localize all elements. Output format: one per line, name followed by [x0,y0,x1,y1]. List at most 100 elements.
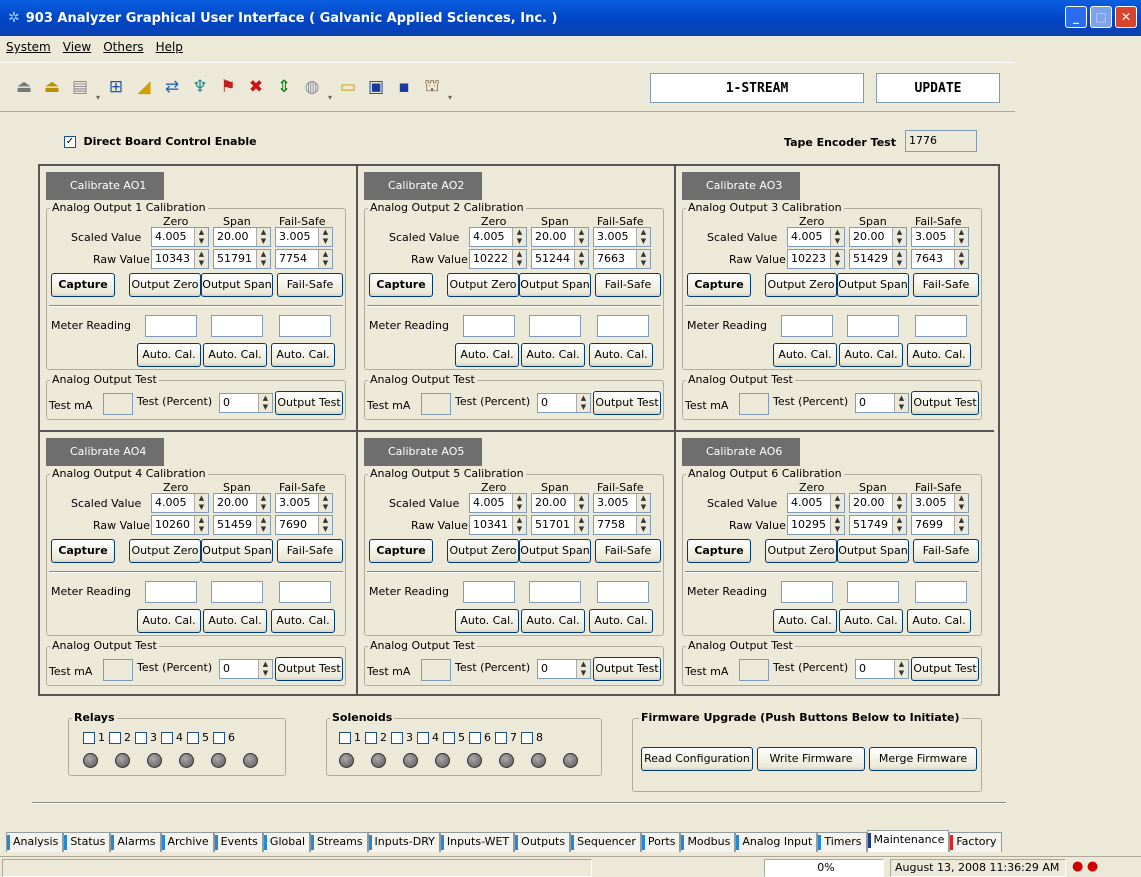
relay-checkbox[interactable] [213,732,225,744]
relay-checkbox[interactable] [83,732,95,744]
tab-outputs[interactable]: Outputs [514,832,571,852]
meter-reading-field[interactable] [847,315,899,337]
solenoid-checkbox[interactable] [417,732,429,744]
solenoid-checkbox[interactable] [521,732,533,744]
spinner-arrows-icon[interactable]: ▲ ▼ [574,250,588,268]
tab-status[interactable]: Status [63,832,111,852]
meter-reading-field[interactable] [463,581,515,603]
capture-button[interactable]: Capture [687,539,751,563]
auto-cal-button[interactable]: Auto. Cal. [839,343,903,367]
spinner-arrows-icon[interactable]: ▲ ▼ [318,494,332,512]
output-test-button[interactable]: Output Test [593,391,661,415]
spinner-arrows-icon[interactable]: ▲ ▼ [512,516,526,534]
raw-failsafe-spinner[interactable]: 7690 ▲ ▼ [275,515,333,535]
auto-cal-button[interactable]: Auto. Cal. [589,609,653,633]
meter-reading-field[interactable] [597,581,649,603]
spinner-arrows-icon[interactable]: ▲ ▼ [258,394,272,412]
scaled-failsafe-spinner[interactable]: 3.005 ▲ ▼ [275,493,333,513]
meter-reading-field[interactable] [915,581,967,603]
output-span-button[interactable]: Output Span [201,539,273,563]
relay-checkbox[interactable] [135,732,147,744]
capture-button[interactable]: Capture [51,539,115,563]
fail-safe-button[interactable]: Fail-Safe [913,273,979,297]
spinner-arrows-icon[interactable]: ▲ ▼ [830,250,844,268]
minimize-button[interactable]: _ [1065,6,1087,28]
auto-cal-button[interactable]: Auto. Cal. [589,343,653,367]
output-zero-button[interactable]: Output Zero [129,539,201,563]
direct-board-checkbox[interactable]: ✓ [64,136,76,148]
read-configuration-button[interactable]: Read Configuration [641,747,753,771]
spinner-arrows-icon[interactable]: ▲ ▼ [256,494,270,512]
raw-span-spinner[interactable]: 51791 ▲ ▼ [213,249,271,269]
menu-help[interactable]: Help [156,40,183,54]
output-span-button[interactable]: Output Span [837,539,909,563]
output-span-button[interactable]: Output Span [519,273,591,297]
meter-reading-field[interactable] [279,581,331,603]
test-percent-spinner[interactable]: 0 ▲ ▼ [537,393,591,413]
network-icon[interactable]: ⊞ [105,76,127,98]
output-zero-button[interactable]: Output Zero [765,539,837,563]
meter-reading-field[interactable] [145,581,197,603]
user-icon[interactable]: ⛫ [421,76,443,98]
fail-safe-button[interactable]: Fail-Safe [595,539,661,563]
output-zero-button[interactable]: Output Zero [129,273,201,297]
raw-zero-spinner[interactable]: 10223 ▲ ▼ [787,249,845,269]
update-display[interactable]: UPDATE [876,73,1000,103]
tab-streams[interactable]: Streams [310,832,368,852]
eject-gray-icon[interactable]: ⏏ [13,76,35,98]
meter-reading-field[interactable] [529,581,581,603]
spinner-arrows-icon[interactable]: ▲ ▼ [892,228,906,246]
raw-failsafe-spinner[interactable]: 7758 ▲ ▼ [593,515,651,535]
spinner-arrows-icon[interactable]: ▲ ▼ [194,494,208,512]
scaled-failsafe-spinner[interactable]: 3.005 ▲ ▼ [275,227,333,247]
tab-events[interactable]: Events [213,832,263,852]
tape-encoder-field[interactable]: 1776 [905,130,977,152]
raw-span-spinner[interactable]: 51459 ▲ ▼ [213,515,271,535]
spinner-arrows-icon[interactable]: ▲ ▼ [954,228,968,246]
output-test-button[interactable]: Output Test [593,657,661,681]
spinner-arrows-icon[interactable]: ▲ ▼ [256,516,270,534]
close-button[interactable]: ✕ [1115,6,1137,28]
solenoid-checkbox[interactable] [365,732,377,744]
globe-icon[interactable]: ◍ [301,76,323,98]
spinner-arrows-icon[interactable]: ▲ ▼ [636,250,650,268]
raw-zero-spinner[interactable]: 10341 ▲ ▼ [469,515,527,535]
cabinet-icon[interactable]: ▤ [69,76,91,98]
auto-cal-button[interactable]: Auto. Cal. [203,609,267,633]
tab-ports[interactable]: Ports [640,832,681,852]
auto-cal-button[interactable]: Auto. Cal. [907,609,971,633]
raw-failsafe-spinner[interactable]: 7754 ▲ ▼ [275,249,333,269]
scaled-span-spinner[interactable]: 20.00 ▲ ▼ [213,493,271,513]
spinner-arrows-icon[interactable]: ▲ ▼ [894,660,908,678]
auto-cal-button[interactable]: Auto. Cal. [271,343,335,367]
raw-zero-spinner[interactable]: 10222 ▲ ▼ [469,249,527,269]
spinner-arrows-icon[interactable]: ▲ ▼ [512,228,526,246]
spinner-arrows-icon[interactable]: ▲ ▼ [576,394,590,412]
spinner-arrows-icon[interactable]: ▲ ▼ [512,250,526,268]
tab-sequencer[interactable]: Sequencer [570,832,641,852]
raw-zero-spinner[interactable]: 10260 ▲ ▼ [151,515,209,535]
auto-cal-button[interactable]: Auto. Cal. [137,343,201,367]
scaled-span-spinner[interactable]: 20.00 ▲ ▼ [849,227,907,247]
spinner-arrows-icon[interactable]: ▲ ▼ [574,516,588,534]
raw-zero-spinner[interactable]: 10343 ▲ ▼ [151,249,209,269]
save-icon[interactable]: ▣ [365,76,387,98]
panel-title[interactable]: Calibrate AO5 [364,438,482,466]
alarm-reset-icon[interactable]: ⚑ [217,76,239,98]
spinner-arrows-icon[interactable]: ▲ ▼ [892,494,906,512]
scaled-zero-spinner[interactable]: 4.005 ▲ ▼ [151,227,209,247]
spinner-arrows-icon[interactable]: ▲ ▼ [830,494,844,512]
scaled-span-spinner[interactable]: 20.00 ▲ ▼ [531,493,589,513]
spinner-arrows-icon[interactable]: ▲ ▼ [318,516,332,534]
output-test-button[interactable]: Output Test [911,657,979,681]
spinner-arrows-icon[interactable]: ▲ ▼ [954,516,968,534]
spinner-arrows-icon[interactable]: ▲ ▼ [636,228,650,246]
write-firmware-button[interactable]: Write Firmware [757,747,865,771]
relay-checkbox[interactable] [187,732,199,744]
auto-cal-button[interactable]: Auto. Cal. [521,609,585,633]
capture-button[interactable]: Capture [51,273,115,297]
tab-global[interactable]: Global [262,832,311,852]
spinner-arrows-icon[interactable]: ▲ ▼ [892,516,906,534]
tab-archive[interactable]: Archive [160,832,214,852]
scaled-zero-spinner[interactable]: 4.005 ▲ ▼ [787,493,845,513]
